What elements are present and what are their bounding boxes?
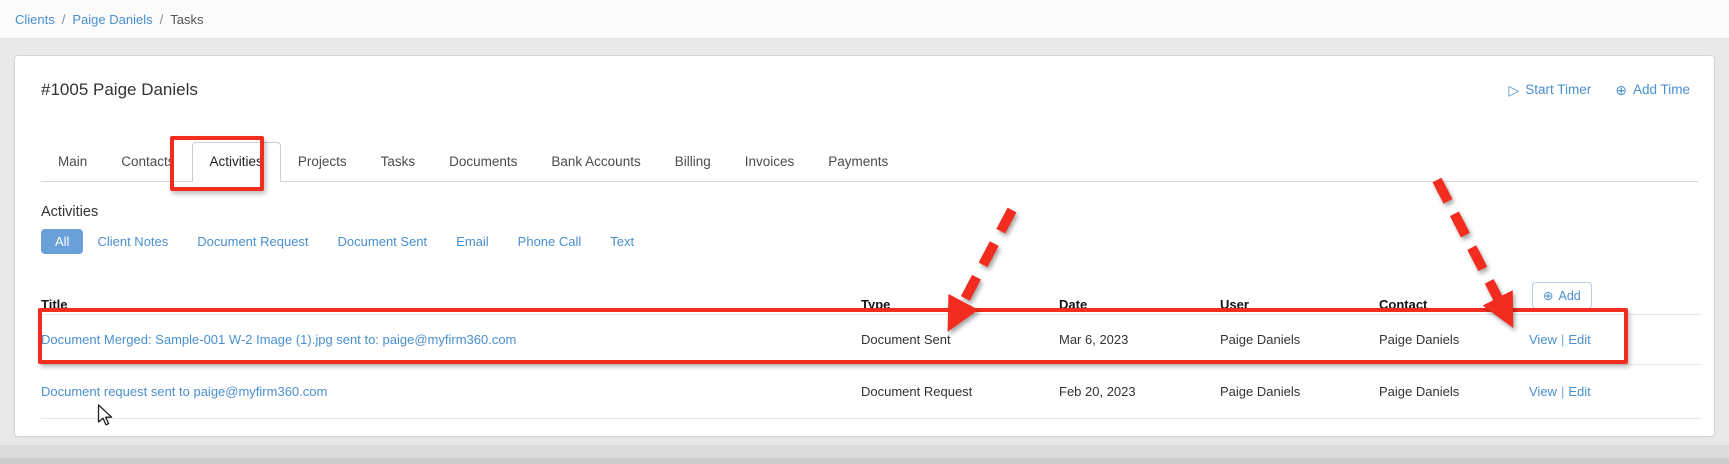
add-time-label: Add Time [1632,82,1690,97]
action-separator: | [1560,384,1565,399]
column-header-contact: Contact [1379,296,1428,312]
page-title: #1005 Paige Daniels [41,80,198,99]
activity-filters: All Client Notes Document Request Docume… [41,229,634,254]
column-header-title: Title [41,296,68,312]
activity-date: Mar 6, 2023 [1059,332,1129,347]
tab-tasks[interactable]: Tasks [364,143,433,181]
table-header-row: Title Type Date User Contact [41,294,1701,314]
activity-type: Document Sent [861,332,951,347]
table-row: Document request sent to paige@myfirm360… [41,364,1701,419]
breadcrumb-clients[interactable]: Clients [15,12,55,27]
header-actions: ▷ Start Timer ⊕ Add Time [1508,82,1690,97]
tab-invoices[interactable]: Invoices [728,143,812,181]
activity-title-link[interactable]: Document request sent to paige@myfirm360… [41,384,861,399]
column-header-user: User [1220,296,1249,312]
tab-main[interactable]: Main [41,143,104,181]
start-timer-label: Start Timer [1525,82,1592,97]
action-separator: | [1560,332,1565,347]
client-detail-card: #1005 Paige Daniels ▷ Start Timer ⊕ Add … [14,55,1715,437]
view-link[interactable]: View [1529,384,1557,399]
filter-text[interactable]: Text [610,234,634,249]
breadcrumb-separator: / [159,11,164,27]
tab-activities[interactable]: Activities [191,142,281,182]
edit-link[interactable]: Edit [1568,332,1590,347]
filter-client-notes[interactable]: Client Notes [97,234,168,249]
activity-contact: Paige Daniels [1379,332,1460,347]
tab-payments[interactable]: Payments [811,143,905,181]
activity-date: Feb 20, 2023 [1059,384,1136,399]
tab-contacts[interactable]: Contacts [104,143,191,181]
filter-document-sent[interactable]: Document Sent [338,234,428,249]
breadcrumb-current-page: Tasks [170,11,204,27]
activities-table: Title Type Date User Contact Document Me… [41,294,1701,419]
filter-phone-call[interactable]: Phone Call [518,234,582,249]
play-icon: ▷ [1508,81,1520,98]
table-row: Document Merged: Sample-001 W-2 Image (1… [41,314,1701,364]
plus-circle-icon: ⊕ [1615,81,1627,98]
filter-email[interactable]: Email [456,234,489,249]
client-tabs: Main Contacts Activities Projects Tasks … [41,138,1698,182]
tab-documents[interactable]: Documents [432,143,534,181]
start-timer-button[interactable]: ▷ Start Timer [1508,82,1591,97]
activity-title-link[interactable]: Document Merged: Sample-001 W-2 Image (1… [41,332,861,347]
page-bottom-edge [0,458,1729,464]
breadcrumb: Clients / Paige Daniels / Tasks [0,0,1729,39]
breadcrumb-separator: / [61,11,66,27]
view-link[interactable]: View [1529,332,1557,347]
tab-bank-accounts[interactable]: Bank Accounts [534,143,657,181]
activity-type: Document Request [861,384,973,399]
filter-all[interactable]: All [41,229,84,254]
tab-billing[interactable]: Billing [658,143,728,181]
activities-heading: Activities [41,204,99,220]
activity-user: Paige Daniels [1220,384,1301,399]
edit-link[interactable]: Edit [1568,384,1590,399]
add-time-button[interactable]: ⊕ Add Time [1615,82,1690,97]
column-header-type: Type [861,296,891,312]
activity-contact: Paige Daniels [1379,384,1460,399]
filter-document-request[interactable]: Document Request [197,234,308,249]
activity-user: Paige Daniels [1220,332,1301,347]
tab-projects[interactable]: Projects [281,143,364,181]
breadcrumb-client-name[interactable]: Paige Daniels [72,12,152,27]
column-header-date: Date [1059,296,1088,312]
